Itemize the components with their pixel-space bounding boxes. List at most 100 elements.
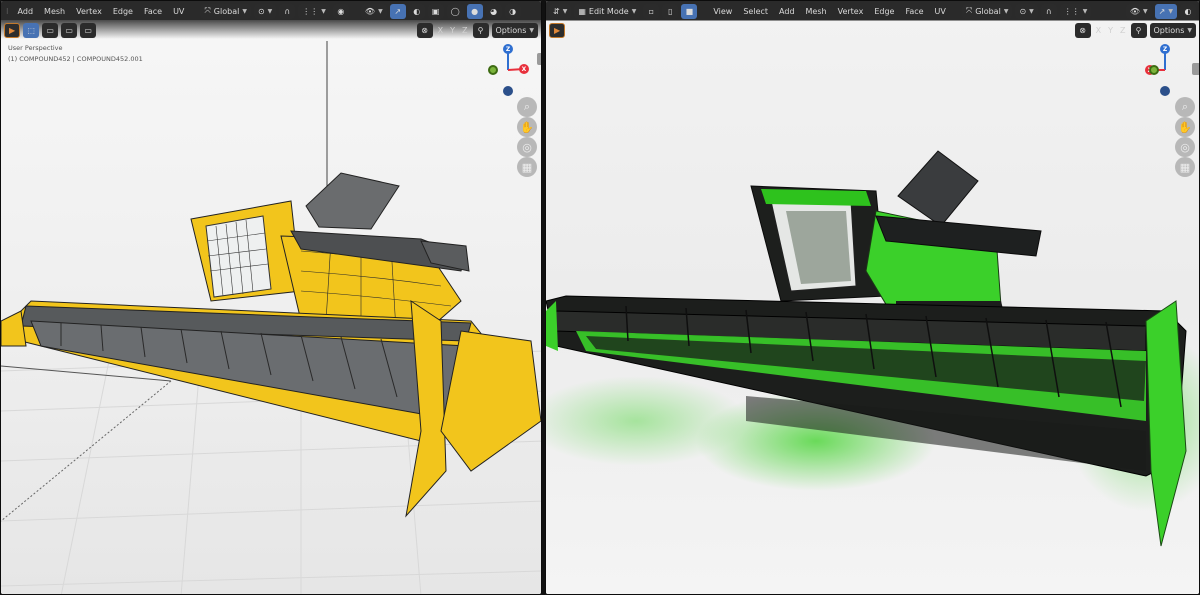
pivot-icon: ⊙ xyxy=(257,6,265,16)
menu-face[interactable]: Face xyxy=(140,7,166,16)
navigation-gizmo[interactable]: Z X xyxy=(486,43,536,103)
menu-edge[interactable]: Edge xyxy=(109,7,137,16)
orientation-icon: ⤧ xyxy=(204,6,211,15)
menu-uv[interactable]: UV xyxy=(931,7,950,16)
menu-mesh[interactable]: Mesh xyxy=(802,7,831,16)
menu-uv[interactable]: UV xyxy=(169,7,188,16)
overlay-icon: ◐ xyxy=(1184,6,1192,16)
wrench-icon: ⚲ xyxy=(477,25,484,35)
mirror-options[interactable]: ⊗ xyxy=(416,22,433,38)
material-sphere-icon: ◕ xyxy=(490,6,498,16)
shading-material[interactable]: ◕ xyxy=(485,3,502,19)
menu-vertex[interactable]: Vertex xyxy=(72,7,106,16)
menu-select[interactable]: Select xyxy=(739,7,772,16)
pivot-dropdown[interactable]: ⊙ ▼ xyxy=(253,3,277,19)
camera-icon[interactable]: ◎ xyxy=(1175,137,1195,157)
axis-y-toggle[interactable]: Y xyxy=(1106,26,1115,35)
hand-pan-icon[interactable]: ✋ xyxy=(517,117,537,137)
navigation-gizmo[interactable]: Z X xyxy=(1143,43,1193,103)
menu-vertex[interactable]: Vertex xyxy=(834,7,868,16)
gizmo-neg-z-axis[interactable] xyxy=(503,86,513,96)
gizmo-y-axis[interactable] xyxy=(1149,65,1159,75)
axis-x-toggle[interactable]: X xyxy=(436,26,445,35)
pivot-icon: ⊙ xyxy=(1019,6,1027,16)
overlay-toggle[interactable]: ◐ xyxy=(408,3,425,19)
orientation-label: Global xyxy=(213,6,240,16)
menu-face[interactable]: Face xyxy=(901,7,927,16)
perspective-icon[interactable]: ▦ xyxy=(517,157,537,177)
shading-wireframe[interactable]: ◯ xyxy=(446,3,464,19)
orientation-dropdown[interactable]: ⤧ Global ▼ xyxy=(961,3,1013,19)
visibility-dropdown[interactable]: 👁 ▼ xyxy=(360,3,387,19)
face-select-toggle[interactable]: ■ xyxy=(681,3,698,19)
left-tool-header: ▶ ⬚ ▭ ▭ ▭ ⊗ X Y Z ⚲ Options ▼ xyxy=(1,21,541,39)
proportional-icon: ◉ xyxy=(337,6,345,16)
shading-solid[interactable]: ● xyxy=(466,3,483,19)
overlay-toggle[interactable]: ◐ xyxy=(1180,3,1196,19)
left-3d-viewport[interactable]: ⁝ Add Mesh Vertex Edge Face UV ⤧ Global … xyxy=(0,0,542,595)
sidebar-toggle-tab[interactable] xyxy=(1192,63,1199,75)
right-3d-viewport[interactable]: ⇵ ▼ ▦ Edit Mode ▼ ▫ ▯ ■ View Select Add M… xyxy=(545,0,1200,595)
menu-add[interactable]: Add xyxy=(775,7,799,16)
axis-y-toggle[interactable]: Y xyxy=(448,26,457,35)
options-dropdown[interactable]: Options ▼ xyxy=(1149,22,1196,38)
left-header-menus: ⁝ Add Mesh Vertex Edge Face UV ⤧ Global … xyxy=(1,2,541,20)
menu-view[interactable]: View xyxy=(709,7,736,16)
pivot-dropdown[interactable]: ⊙ ▼ xyxy=(1015,3,1038,19)
camera-icon[interactable]: ◎ xyxy=(517,137,537,157)
zoom-icon[interactable]: ⌕ xyxy=(1175,97,1195,117)
edge-select-toggle[interactable]: ▯ xyxy=(662,3,679,19)
menu-edge[interactable]: Edge xyxy=(870,7,898,16)
axis-z-toggle[interactable]: Z xyxy=(460,26,469,35)
edit-mode-icon: ▦ xyxy=(578,6,586,16)
menu-edge-marker: ⁝ xyxy=(6,6,9,16)
editor-type-button[interactable]: ▶ xyxy=(4,22,21,38)
gizmo-neg-z-axis[interactable] xyxy=(1160,86,1170,96)
perspective-icon[interactable]: ▦ xyxy=(1175,157,1195,177)
wrench-options[interactable]: ⚲ xyxy=(472,22,489,38)
snap-toggle[interactable]: ∩ xyxy=(1040,3,1057,19)
editor-type-button[interactable]: ▶ xyxy=(549,22,566,38)
gizmo-toggle[interactable]: ↗ ▼ xyxy=(1154,3,1177,19)
select-mode-2[interactable]: ▭ xyxy=(61,22,78,38)
vertex-select-toggle[interactable]: ▫ xyxy=(643,3,660,19)
chevron-down-icon: ▼ xyxy=(631,7,637,15)
chevron-down-icon: ▼ xyxy=(1082,7,1088,15)
wrench-options[interactable]: ⚲ xyxy=(1130,22,1147,38)
visibility-dropdown[interactable]: 👁 ▼ xyxy=(1125,3,1152,19)
snap-toggle[interactable]: ∩ xyxy=(279,3,296,19)
viewport-info: User Perspective (1) COMPOUND452 | COMPO… xyxy=(8,43,143,65)
zoom-icon[interactable]: ⌕ xyxy=(517,97,537,117)
snap-icon: ⋮⋮ xyxy=(302,6,319,16)
rendered-sphere-icon: ◑ xyxy=(509,6,517,16)
proportional-edit-toggle[interactable]: ◉ xyxy=(332,3,349,19)
gizmo-y-axis[interactable] xyxy=(488,65,498,75)
menu-add[interactable]: Add xyxy=(14,7,38,16)
select-mode-1[interactable]: ▭ xyxy=(42,22,59,38)
gizmo-toggle[interactable]: ↗ xyxy=(389,3,406,19)
shading-rendered[interactable]: ◑ xyxy=(504,3,521,19)
mode-dropdown[interactable]: ▦ Edit Mode ▼ xyxy=(574,3,641,19)
select-box-tool[interactable]: ⬚ xyxy=(23,22,40,38)
mirror-options[interactable]: ⊗ xyxy=(1074,22,1091,38)
gizmo-z-axis[interactable]: Z xyxy=(1160,44,1170,54)
xray-toggle[interactable]: ▣ xyxy=(427,3,444,19)
editor-type-dropdown[interactable]: ⇵ ▼ xyxy=(549,3,572,19)
viewport-icon: ▶ xyxy=(9,25,16,35)
menu-mesh[interactable]: Mesh xyxy=(40,7,69,16)
right-scene xyxy=(546,1,1199,594)
axis-z-toggle[interactable]: Z xyxy=(1118,26,1127,35)
magnet-icon: ∩ xyxy=(1045,6,1052,16)
chevron-down-icon: ▼ xyxy=(1143,7,1148,15)
snap-target-dropdown[interactable]: ⋮⋮ ▼ xyxy=(1059,3,1092,19)
select-mode-3[interactable]: ▭ xyxy=(80,22,97,38)
axis-x-toggle[interactable]: X xyxy=(1094,26,1103,35)
options-dropdown[interactable]: Options ▼ xyxy=(491,22,538,38)
hand-pan-icon[interactable]: ✋ xyxy=(1175,117,1195,137)
snap-target-dropdown[interactable]: ⋮⋮ ▼ xyxy=(298,3,330,19)
orientation-dropdown[interactable]: ⤧ Global ▼ xyxy=(200,3,251,19)
chevron-down-icon: ▼ xyxy=(529,26,534,34)
gizmo-x-axis[interactable]: X xyxy=(519,64,529,74)
gizmo-z-axis[interactable]: Z xyxy=(503,44,513,54)
magnet-icon: ∩ xyxy=(284,6,291,16)
